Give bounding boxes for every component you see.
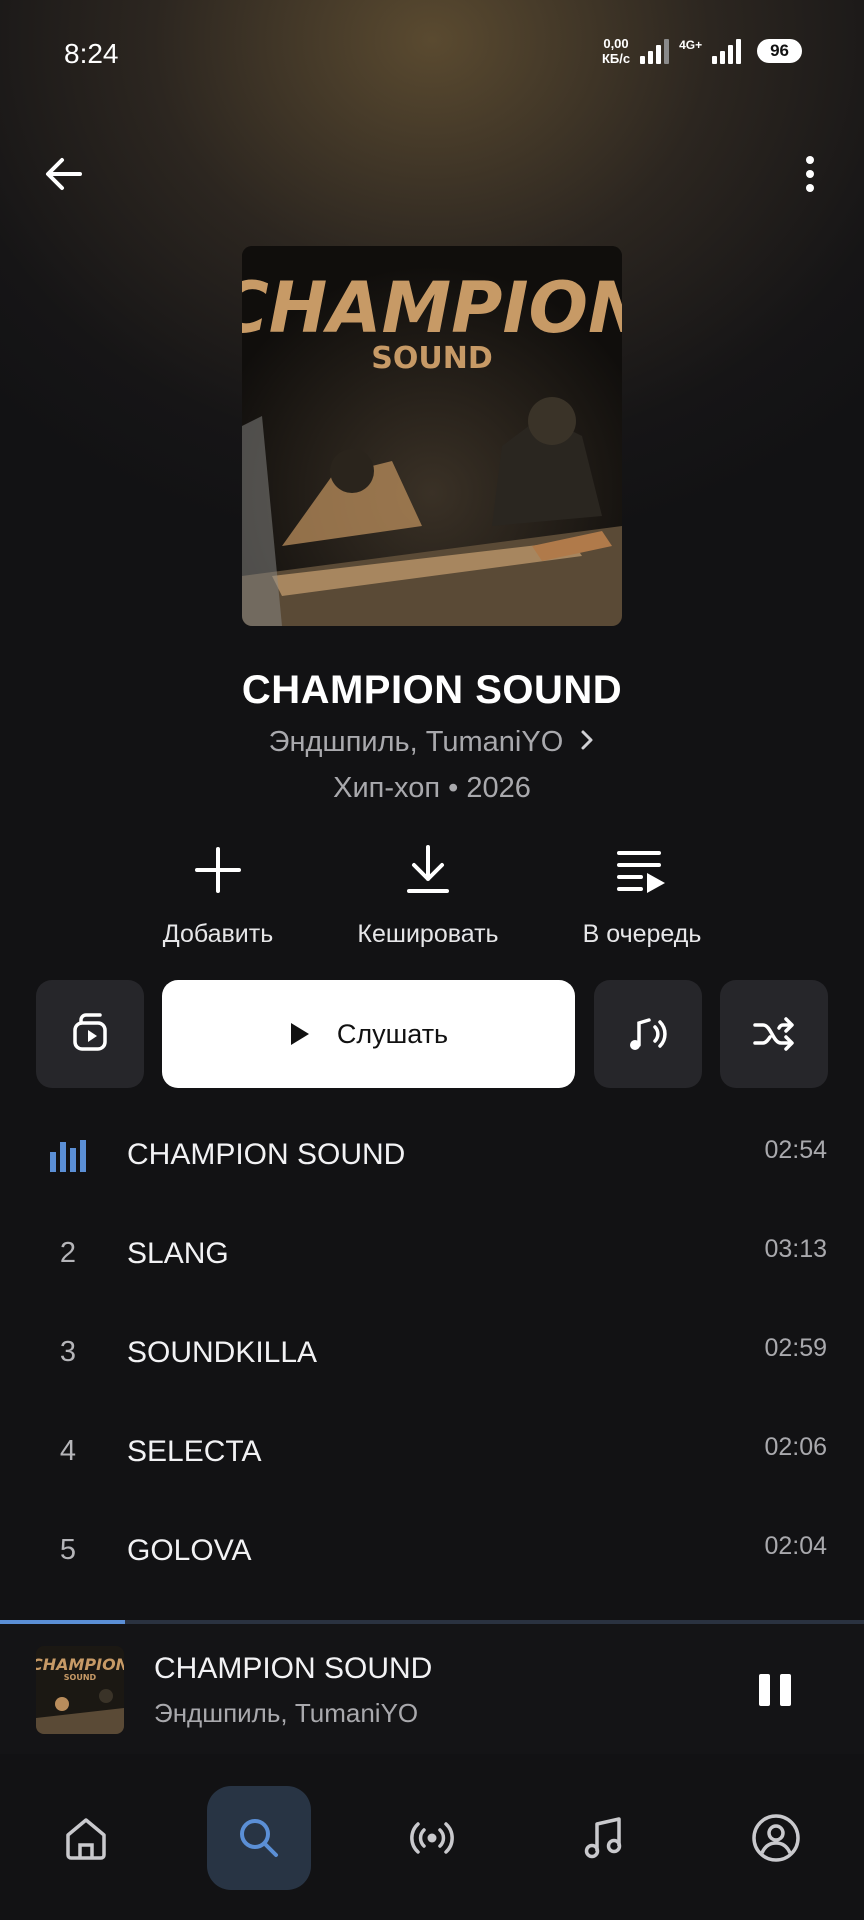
track-duration: 02:04 xyxy=(764,1532,827,1560)
play-icon xyxy=(290,1023,309,1045)
track-duration: 02:59 xyxy=(764,1334,827,1362)
signal-icon-2 xyxy=(712,38,742,64)
status-indicators: 0,00 КБ/с 4G+ 96 xyxy=(602,36,802,66)
plus-icon xyxy=(118,842,318,898)
track-duration: 02:06 xyxy=(764,1433,827,1461)
pause-icon xyxy=(759,1674,770,1706)
more-options-button[interactable] xyxy=(790,150,830,198)
network-speed: 0,00 КБ/с xyxy=(601,36,631,66)
music-note-icon xyxy=(584,1817,622,1859)
download-icon xyxy=(328,842,528,898)
add-button[interactable]: Добавить xyxy=(118,842,318,949)
cache-label: Кешировать xyxy=(357,920,499,948)
mini-cover-logo-line1: CHAMPION xyxy=(36,1655,124,1674)
arrow-left-icon xyxy=(46,158,82,190)
play-button[interactable]: Слушать xyxy=(162,980,575,1088)
track-title: SELECTA xyxy=(127,1435,262,1468)
track-duration: 03:13 xyxy=(764,1235,827,1263)
album-cover: CHAMPION SOUND xyxy=(242,246,622,626)
nav-collection[interactable] xyxy=(552,1786,656,1890)
radio-icon xyxy=(410,1822,454,1854)
status-time: 8:24 xyxy=(64,38,119,69)
network-type: 4G+ xyxy=(679,38,703,52)
nav-search[interactable] xyxy=(207,1786,311,1890)
cache-button[interactable]: Кешировать xyxy=(328,842,528,949)
track-number: 3 xyxy=(59,1336,77,1368)
mini-player-title: CHAMPION SOUND xyxy=(154,1652,433,1685)
mini-player-artist: Эндшпиль, TumaniYO xyxy=(154,1698,419,1728)
add-label: Добавить xyxy=(162,920,274,948)
mini-cover-logo-line2: SOUND xyxy=(64,1673,97,1682)
back-button[interactable] xyxy=(40,150,88,198)
home-icon xyxy=(66,1818,106,1860)
wave-button[interactable] xyxy=(36,980,144,1088)
track-number: 4 xyxy=(59,1435,77,1467)
signal-icon xyxy=(640,38,670,64)
profile-icon xyxy=(752,1814,800,1862)
mini-player-cover: CHAMPION SOUND xyxy=(36,1646,124,1734)
battery-badge: 96 xyxy=(757,39,802,63)
now-playing-equalizer-icon xyxy=(50,1140,86,1172)
more-vertical-icon xyxy=(806,156,814,192)
nav-profile[interactable] xyxy=(724,1786,828,1890)
repost-icon xyxy=(73,1013,107,1051)
bottom-navigation xyxy=(0,1754,864,1920)
pause-button[interactable] xyxy=(758,1674,792,1708)
album-artist-link[interactable]: Эндшпиль, TumaniYO xyxy=(0,726,864,759)
nav-home[interactable] xyxy=(34,1786,138,1890)
track-row[interactable]: 3 SOUNDKILLA 02:59 xyxy=(0,1306,864,1405)
album-title: CHAMPION SOUND xyxy=(241,668,623,712)
sound-settings-button[interactable] xyxy=(594,980,702,1088)
track-row[interactable]: CHAMPION SOUND 02:54 xyxy=(0,1108,864,1207)
track-title: CHAMPION SOUND xyxy=(127,1138,406,1171)
track-duration: 02:54 xyxy=(764,1136,827,1164)
mini-player[interactable]: CHAMPION SOUND CHAMPION SOUND Эндшпиль, … xyxy=(0,1624,864,1754)
cover-logo-line1: CHAMPION xyxy=(242,267,622,349)
track-row[interactable]: 5 GOLOVA 02:04 xyxy=(0,1504,864,1603)
track-number: 5 xyxy=(59,1534,77,1566)
track-number: 2 xyxy=(59,1237,77,1269)
track-title: SLANG xyxy=(127,1237,229,1270)
shuffle-button[interactable] xyxy=(720,980,828,1088)
play-button-label: Слушать xyxy=(336,1018,449,1049)
chevron-right-icon xyxy=(579,726,595,759)
album-artist: Эндшпиль, TumaniYO xyxy=(268,726,564,758)
track-title: SOUNDKILLA xyxy=(127,1336,318,1369)
cover-logo-line2: SOUND xyxy=(371,341,492,376)
track-row[interactable]: 4 SELECTA 02:06 xyxy=(0,1405,864,1504)
album-meta: Хип-хоп • 2026 xyxy=(333,772,531,804)
search-icon xyxy=(240,1819,278,1857)
queue-icon xyxy=(542,842,742,898)
nav-radio[interactable] xyxy=(380,1786,484,1890)
track-row[interactable]: 2 SLANG 03:13 xyxy=(0,1207,864,1306)
queue-label: В очередь xyxy=(582,920,702,948)
track-title: GOLOVA xyxy=(127,1534,252,1567)
add-to-queue-button[interactable]: В очередь xyxy=(542,842,742,949)
music-sound-icon xyxy=(630,1018,667,1050)
shuffle-icon xyxy=(753,1017,794,1051)
